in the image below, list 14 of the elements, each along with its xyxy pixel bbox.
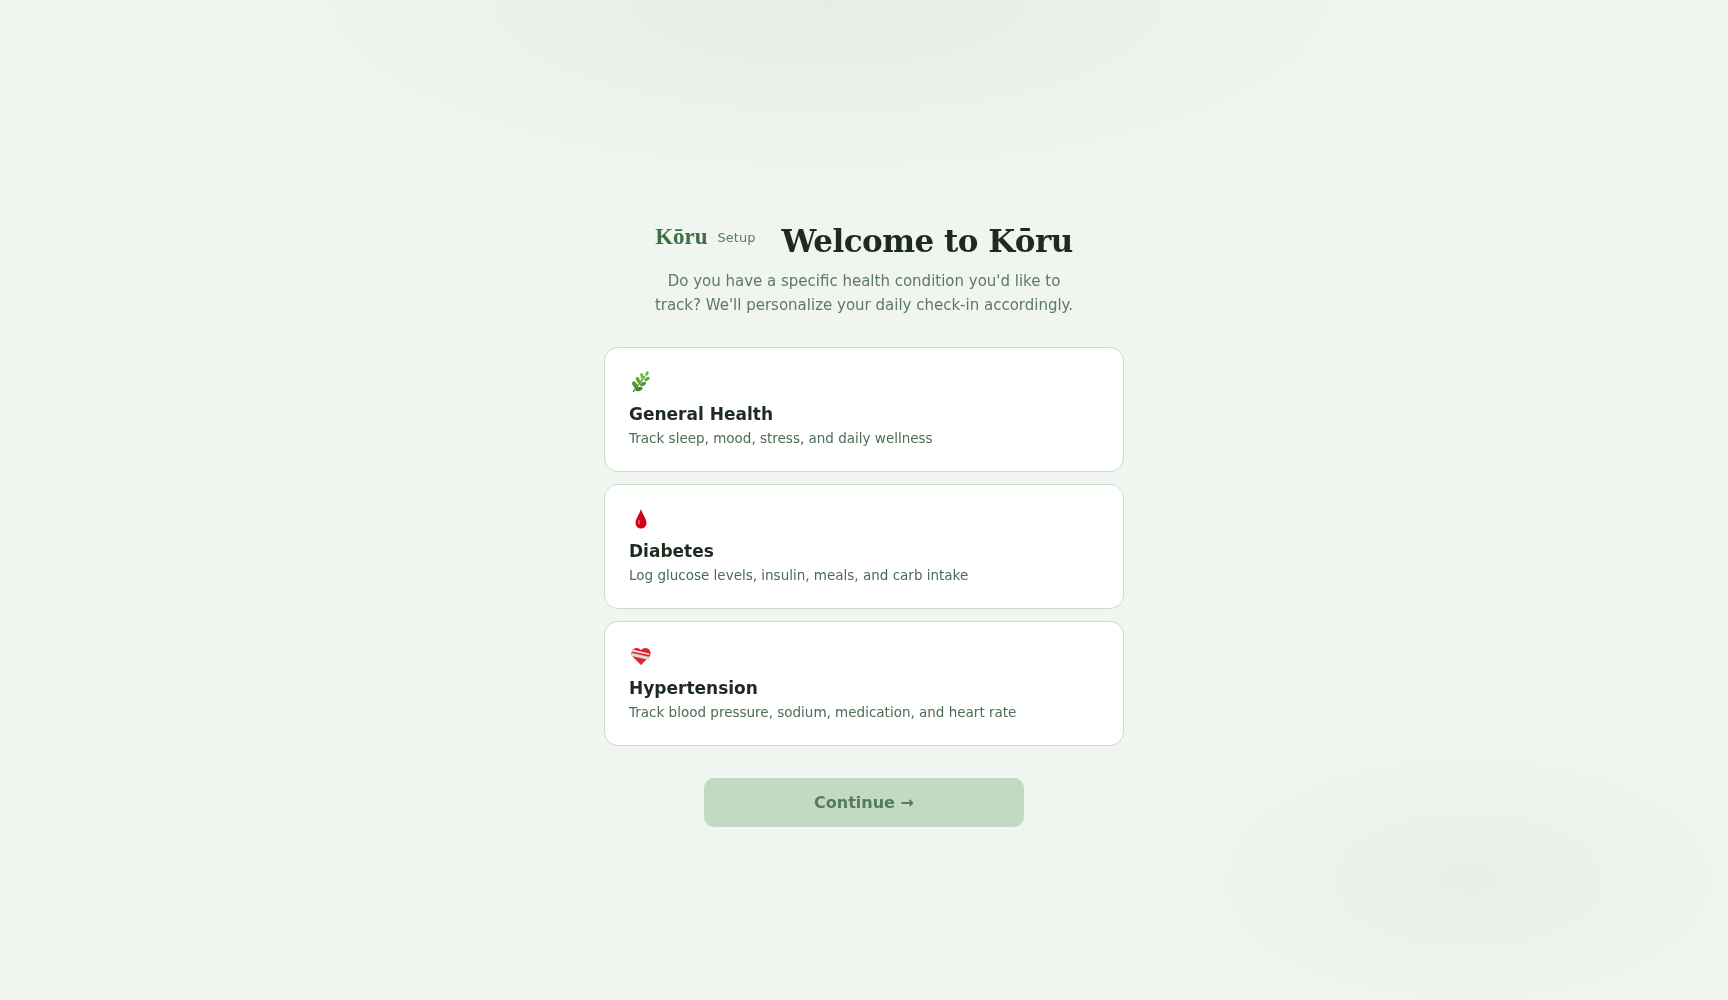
setup-label: Setup <box>717 229 756 245</box>
option-title: Diabetes <box>629 541 714 561</box>
option-description: Log glucose levels, insulin, meals, and carb intake <box>629 567 969 583</box>
option-description: Track blood pressure, sodium, medication, and heart rate <box>629 704 1017 720</box>
option-title: General Health <box>629 404 773 424</box>
option-title: Hypertension <box>629 678 758 698</box>
condition-option[interactable]: Diabetes Log glucose levels, insulin, meals, and carb intake <box>604 484 1124 609</box>
page-title: Welcome to Kōru <box>781 223 1073 259</box>
subtitle: Do you have a specific health condition you'd like to track? We'll personalize your daily check-in accordingly. <box>654 271 1074 316</box>
leaf-icon <box>629 370 653 394</box>
condition-option[interactable]: General Health Track sleep, mood, stress, and daily wellness <box>604 347 1124 472</box>
logo: Kōru <box>655 224 708 250</box>
option-description: Track sleep, mood, stress, and daily wellness <box>629 430 933 446</box>
condition-option[interactable]: Hypertension Track blood pressure, sodium, medication, and heart rate <box>604 621 1124 746</box>
